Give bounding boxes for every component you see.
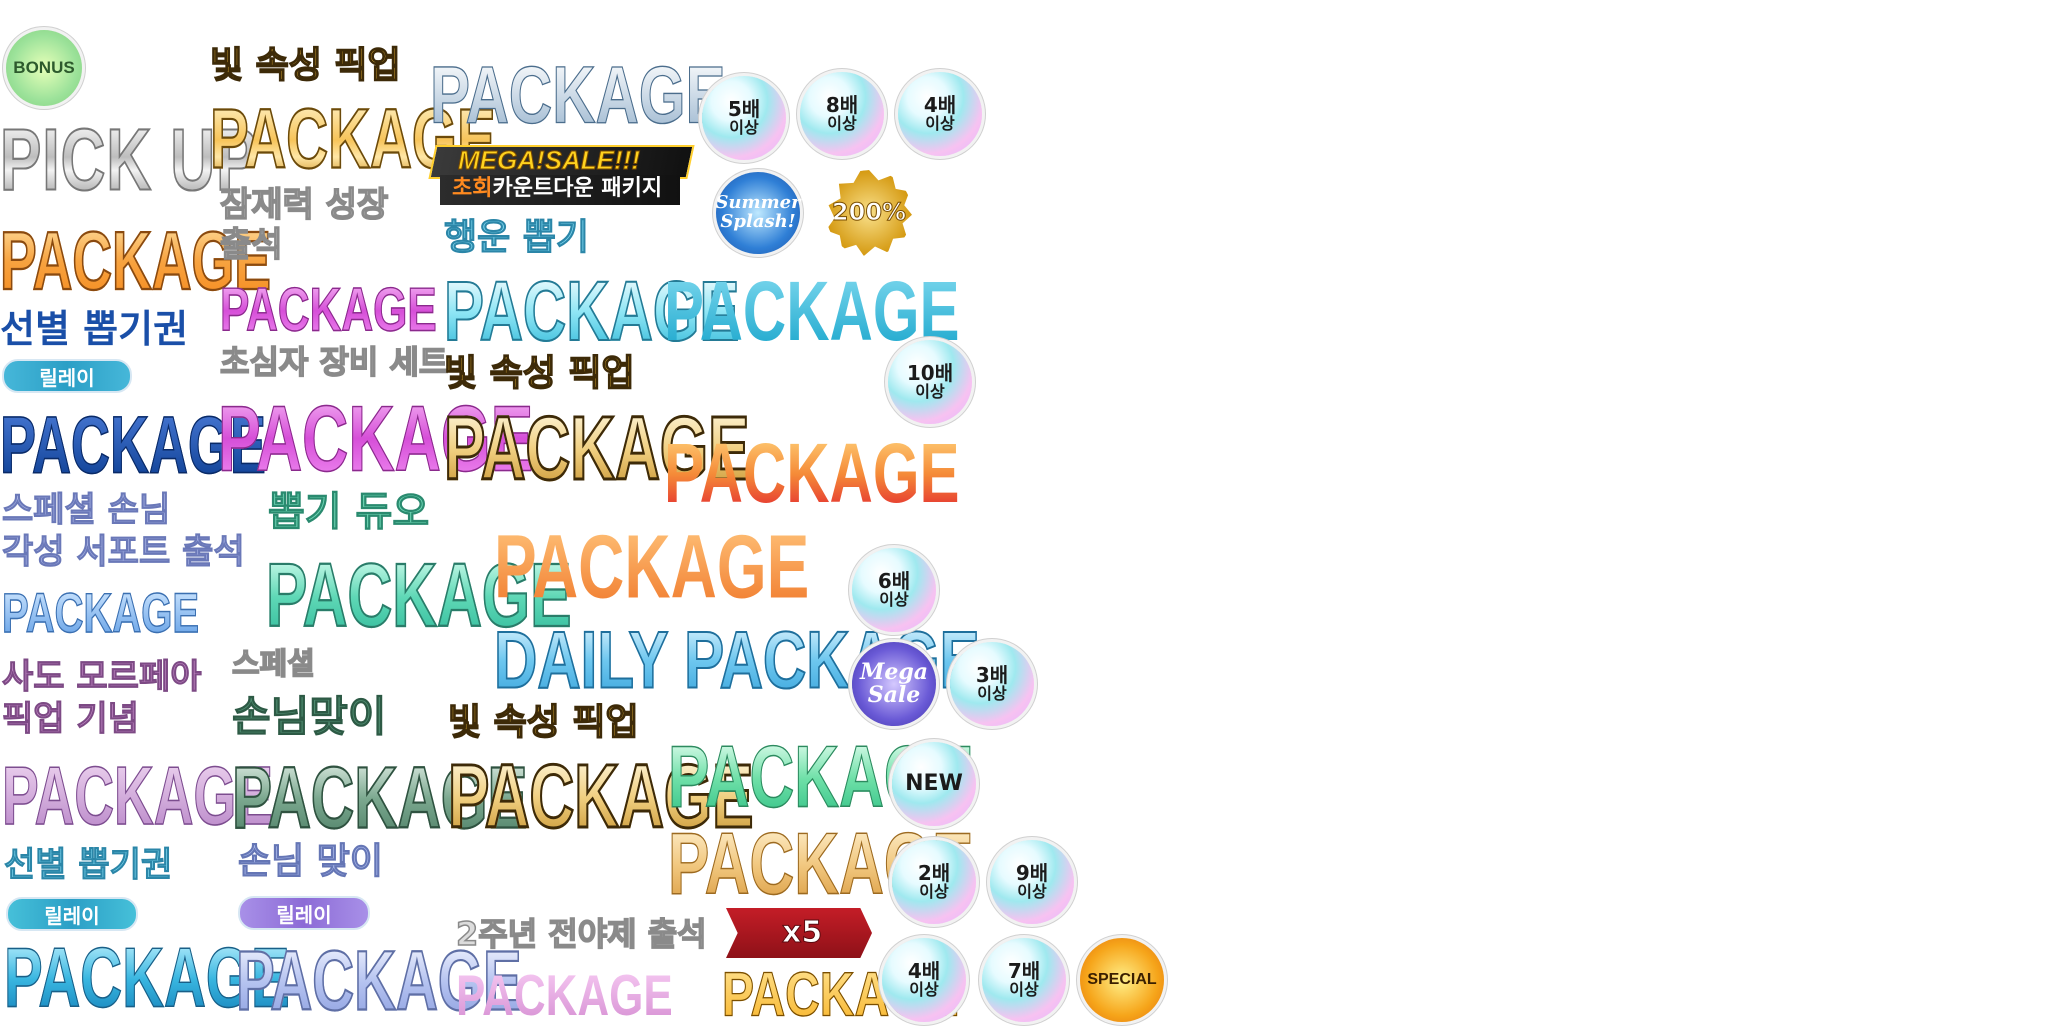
- mega-sale-text: MEGA!SALE!!!: [458, 145, 641, 175]
- multiplier-badge-2x: 2배 이상: [892, 840, 976, 924]
- sado-label: 사도 모르페아: [2, 657, 203, 697]
- bonus-badge: BONUS: [6, 30, 82, 106]
- special-badge-label: SPECIAL: [1087, 970, 1157, 988]
- x5-banner: x5: [726, 908, 872, 958]
- above-label: 이상: [915, 382, 945, 402]
- above-label: 이상: [729, 118, 759, 138]
- relay-pill-1: 릴레이: [2, 359, 132, 393]
- potential-growth-label: 잠재력 성장: [219, 185, 389, 225]
- selection-ticket-label-2: 선별 뽑기권: [3, 845, 173, 885]
- mega-sale-subtitle: 초회카운트다운 패키지: [452, 178, 662, 200]
- above-label: 이상: [879, 590, 909, 610]
- above-label: 이상: [1009, 980, 1039, 1000]
- relay-label: 릴레이: [44, 903, 100, 928]
- multiplier-value: 4배: [907, 959, 941, 984]
- multiplier-value: 2배: [917, 861, 951, 886]
- package-orange-2: PACKAGE: [494, 516, 810, 618]
- welcome-guest-label: 손님맞이: [232, 692, 388, 741]
- mega-label: Mega: [860, 658, 928, 685]
- above-label: 이상: [909, 980, 939, 1000]
- mega-sale-banner: MEGA!SALE!!! 초회카운트다운 패키지: [428, 145, 695, 207]
- multiplier-badge-10x: 10배 이상: [888, 340, 972, 424]
- special-badge: SPECIAL: [1080, 938, 1164, 1022]
- package-silver-top: PACKAGE: [430, 49, 727, 141]
- multiplier-badge-4x: 4배 이상: [898, 72, 982, 156]
- pickup-memorial-label: 픽업 기념: [2, 699, 140, 739]
- multiplier-value: 8배: [825, 93, 859, 118]
- relay-pill-2: 릴레이: [6, 897, 138, 931]
- mega-sale-sub: 카운트다운 패키지: [492, 176, 663, 201]
- welcome-guest-label-2: 손님 맞이: [237, 841, 384, 882]
- sale-label: Sale: [867, 682, 921, 708]
- package-red: PACKAGE: [664, 426, 960, 521]
- relay-label: 릴레이: [276, 902, 332, 927]
- awaken-support-label: 각성 서포트 출석: [2, 532, 246, 572]
- multiplier-badge-4x-b: 4배 이상: [882, 938, 966, 1022]
- package-pink-small: PACKAGE: [220, 275, 438, 345]
- summer-splash-badge: Summer Splash!: [715, 172, 801, 254]
- above-label: 이상: [827, 114, 857, 134]
- percent-label: 200%: [831, 198, 907, 227]
- multiplier-value: 3배: [975, 663, 1009, 688]
- above-label: 이상: [919, 882, 949, 902]
- lucky-draw-label: 행운 뽑기: [443, 217, 590, 258]
- mega-sale-prefix: 초회: [452, 176, 493, 201]
- special-label: 스페셜: [231, 647, 315, 682]
- package-lightblue: PACKAGE: [1, 583, 200, 645]
- selection-ticket-label-1: 선별 뽑기권: [0, 307, 189, 351]
- draw-duo-label: 뽑기 듀오: [267, 489, 430, 535]
- relay-pill-3: 릴레이: [238, 896, 370, 930]
- multiplier-badge-7x: 7배 이상: [982, 938, 1066, 1022]
- x5-label: x5: [781, 915, 823, 950]
- multiplier-badge-9x: 9배 이상: [990, 840, 1074, 924]
- multiplier-badge-6x: 6배 이상: [852, 548, 936, 632]
- relay-label: 릴레이: [39, 365, 95, 390]
- package-lightpink: PACKAGE: [456, 964, 673, 1028]
- multiplier-badge-8x: 8배 이상: [800, 72, 884, 156]
- special-guest-label: 스페셜 손님: [1, 490, 171, 530]
- above-label: 이상: [977, 684, 1007, 704]
- anniv-label: 2주년 전야제 출석: [455, 915, 707, 953]
- multiplier-value: 7배: [1007, 959, 1041, 984]
- new-badge: NEW: [892, 742, 976, 826]
- new-label: NEW: [905, 771, 963, 797]
- multiplier-value: 9배: [1015, 861, 1049, 886]
- multiplier-value: 4배: [923, 93, 957, 118]
- light-pickup-label-1: 빛 속성 픽업: [209, 45, 401, 86]
- multiplier-badge-5x: 5배 이상: [702, 76, 786, 160]
- multiplier-value: 10배: [906, 361, 954, 386]
- mega-sale-badge: Mega Sale: [852, 642, 936, 726]
- light-pickup-label-2: 빛 속성 픽업: [443, 353, 635, 394]
- multiplier-value: 6배: [877, 569, 911, 594]
- above-label: 이상: [925, 114, 955, 134]
- above-label: 이상: [1017, 882, 1047, 902]
- beginner-set-label: 초심자 장비 세트: [219, 343, 449, 381]
- attendance-label: 출석: [219, 225, 283, 265]
- bonus-label: BONUS: [13, 58, 75, 78]
- percent-200-badge: 200%: [826, 170, 912, 256]
- multiplier-badge-3x: 3배 이상: [950, 642, 1034, 726]
- splash-label: Splash!: [720, 211, 796, 232]
- multiplier-value: 5배: [727, 97, 761, 122]
- light-pickup-label-3: 빛 속성 픽업: [447, 702, 639, 743]
